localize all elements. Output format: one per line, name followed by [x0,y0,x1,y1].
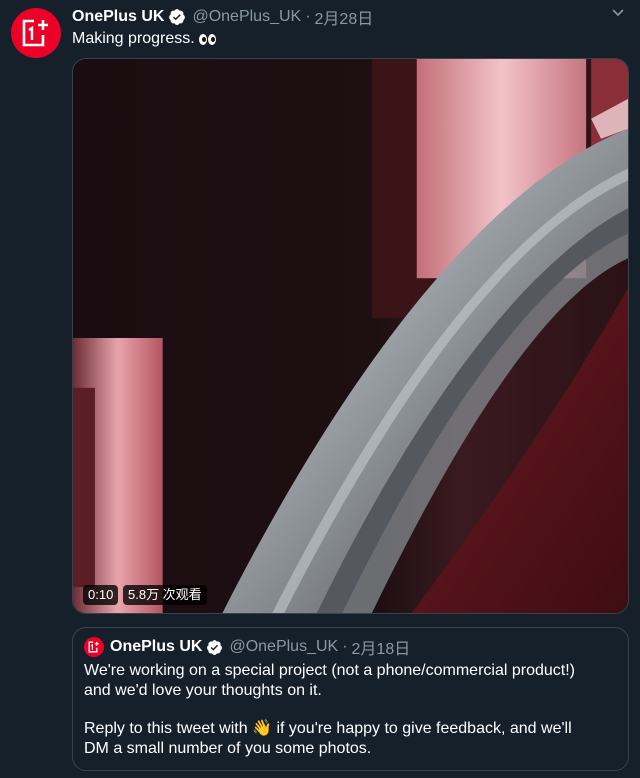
quoted-tweet[interactable]: OnePlus UK @OnePlus_UK · 2月18日 We're wor… [72,627,629,771]
oneplus-logo-icon [22,19,48,47]
quoted-text-line: DM a small number of you some photos. [84,740,372,757]
oneplus-logo-icon [88,641,99,653]
quoted-avatar [84,637,104,657]
quoted-text-line: and we'd love your thoughts on it. [84,682,322,699]
quoted-handle: @OnePlus_UK [229,638,339,655]
tweet: OnePlus UK @OnePlus_UK · 2月28日 Making pr… [0,0,640,778]
quoted-tweet-text: We're working on a special project (not … [84,661,619,759]
quoted-tweet-header: OnePlus UK @OnePlus_UK · 2月18日 [84,637,411,658]
waving-hand-emoji-icon: 👋 [252,720,272,737]
video-player[interactable] [72,58,629,614]
avatar[interactable] [11,8,61,58]
video-views-badge: 5.8万 次观看 [123,585,207,605]
tweet-date[interactable]: 2月28日 [315,5,374,29]
tweet-text: Making progress. [72,29,216,49]
verified-badge-icon [169,9,186,25]
chevron-down-icon[interactable] [610,6,626,20]
quoted-display-name: OnePlus UK [110,638,203,655]
video-thumbnail [73,59,628,613]
verified-badge-icon [207,639,223,655]
quoted-text-line: Reply to this tweet with 👋 if you're hap… [84,720,572,737]
tweet-text-content: Making progress. [72,30,195,47]
eyes-emoji-icon [198,33,216,45]
quoted-date: 2月18日 [351,641,411,658]
handle[interactable]: @OnePlus_UK [192,8,301,26]
separator-dot: · [305,8,311,25]
quoted-text-line: We're working on a special project (not … [84,662,575,679]
display-name[interactable]: OnePlus UK [72,8,164,26]
tweet-header: OnePlus UK @OnePlus_UK · 2月28日 [72,5,600,29]
video-duration-badge: 0:10 [83,585,119,605]
quoted-separator-dot: · [342,638,348,655]
